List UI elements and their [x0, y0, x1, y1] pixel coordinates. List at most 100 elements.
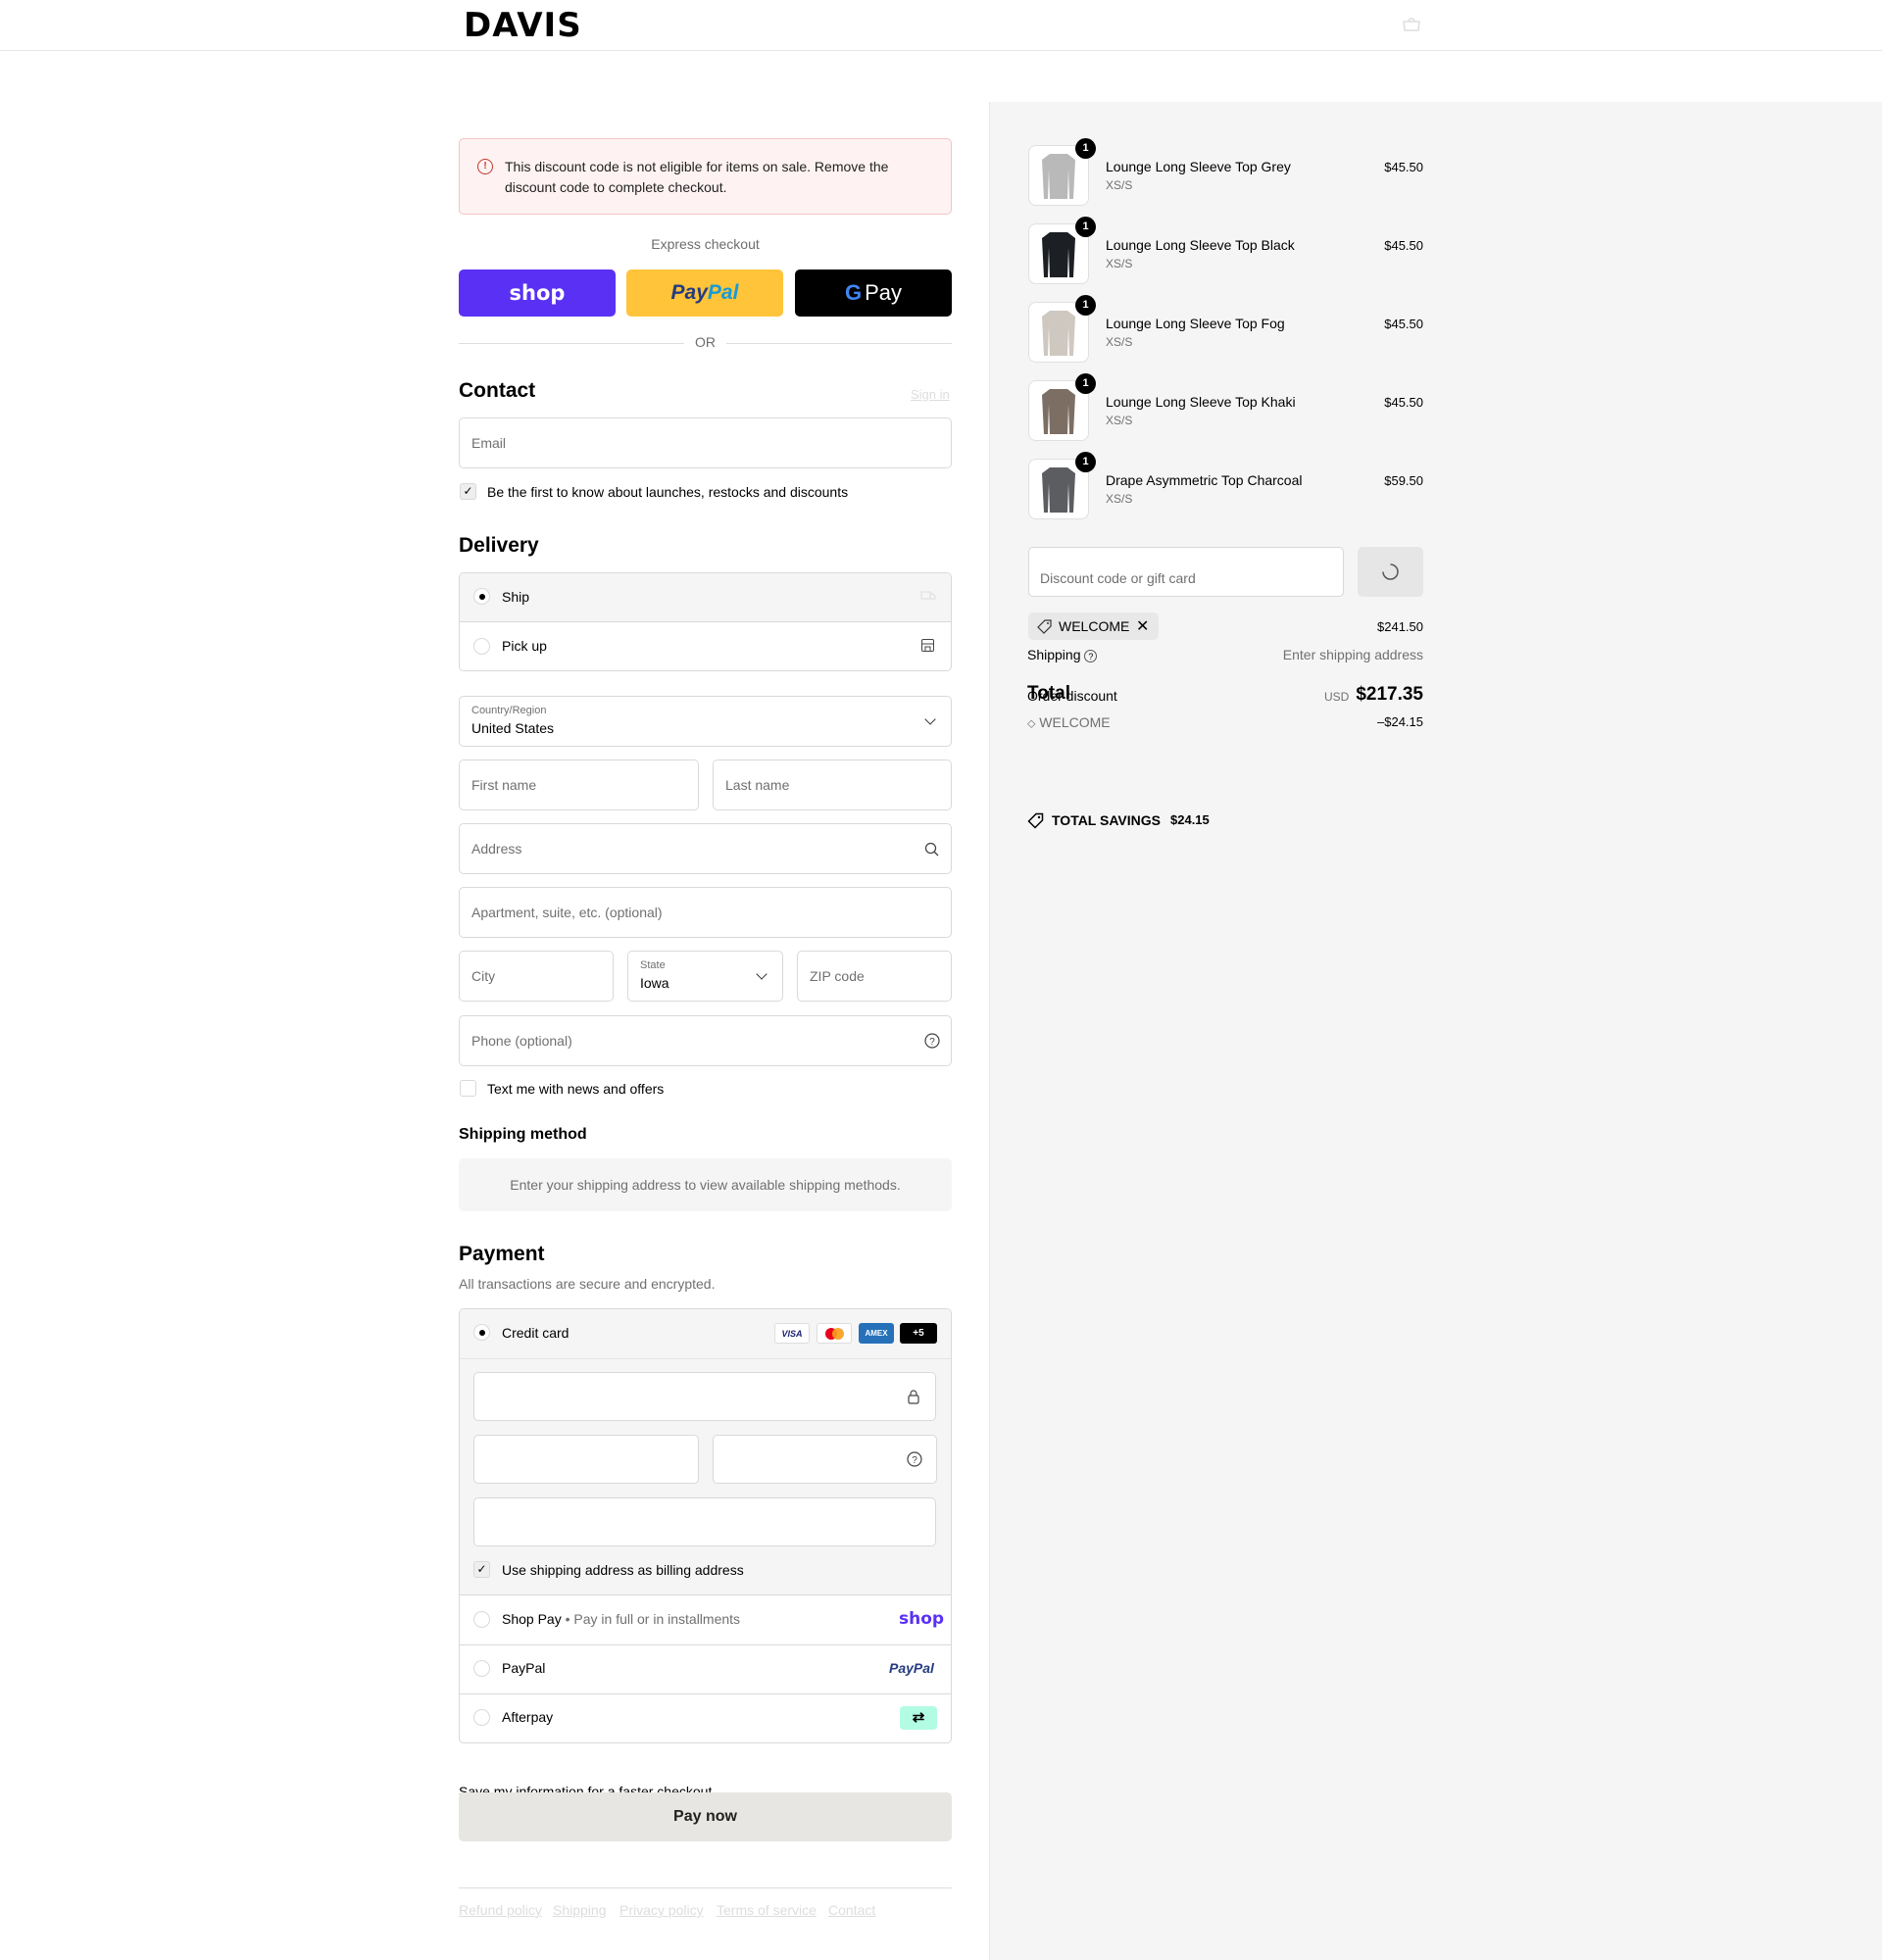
- apartment-field[interactable]: Apartment, suite, etc. (optional): [459, 887, 952, 938]
- svg-text:?: ?: [929, 1037, 935, 1048]
- state-select[interactable]: State Iowa: [627, 951, 783, 1002]
- shop-pay-button[interactable]: shop: [459, 270, 616, 317]
- phone-field[interactable]: Phone (optional) ?: [459, 1015, 952, 1066]
- ship-radio[interactable]: [473, 588, 490, 605]
- help-icon[interactable]: ?: [907, 1451, 922, 1467]
- paypal-label[interactable]: PayPal: [502, 1660, 545, 1676]
- country-select[interactable]: Country/Region United States: [459, 696, 952, 747]
- afterpay-label[interactable]: Afterpay: [502, 1709, 553, 1725]
- product-thumbnail: 1: [1028, 373, 1096, 441]
- sms-label: Text me with news and offers: [487, 1081, 665, 1097]
- shipping-method-notice: Enter your shipping address to view avai…: [459, 1158, 952, 1211]
- billing-same-checkbox[interactable]: ✓: [473, 1561, 490, 1578]
- paypal-button[interactable]: Pay Pal: [626, 270, 783, 317]
- store-icon: [921, 639, 934, 652]
- privacy-policy-link[interactable]: Privacy policy: [619, 1902, 704, 1918]
- address-field[interactable]: Address: [459, 823, 952, 874]
- product-variant: XS/S: [1106, 414, 1133, 427]
- product-thumbnail: 1: [1028, 295, 1096, 363]
- header: DAVIS: [0, 0, 1882, 51]
- country-label: Country/Region: [471, 705, 547, 716]
- ship-option[interactable]: [460, 573, 951, 622]
- express-checkout-label: Express checkout: [651, 236, 760, 252]
- amex-icon: AMEX: [859, 1323, 894, 1344]
- afterpay-radio[interactable]: [473, 1709, 490, 1726]
- subtotal-value: $241.50: [1377, 619, 1423, 634]
- expiry-field[interactable]: [473, 1435, 699, 1484]
- quantity-badge: 1: [1075, 217, 1096, 237]
- product-price: $45.50: [1384, 317, 1423, 331]
- truck-icon: [920, 591, 936, 600]
- lock-icon: [908, 1390, 919, 1404]
- credit-card-radio[interactable]: [473, 1324, 490, 1341]
- product-variant: XS/S: [1106, 257, 1133, 270]
- divider: [459, 1887, 952, 1888]
- help-icon[interactable]: ?: [1084, 649, 1098, 662]
- shipping-link[interactable]: Shipping: [553, 1902, 607, 1918]
- divider: [459, 343, 684, 344]
- country-value: United States: [471, 720, 555, 736]
- pay-now-button[interactable]: Pay now: [459, 1792, 952, 1841]
- name-on-card-field[interactable]: [473, 1497, 936, 1546]
- sign-in-link[interactable]: Sign in: [911, 387, 950, 402]
- paypal-radio[interactable]: [473, 1660, 490, 1677]
- email-field[interactable]: Email: [459, 417, 952, 468]
- terms-link[interactable]: Terms of service: [717, 1902, 817, 1918]
- logo[interactable]: DAVIS: [464, 6, 582, 45]
- last-name-field[interactable]: Last name: [713, 760, 952, 810]
- shop-pay-option[interactable]: Shop Pay • Pay in full or in installment…: [502, 1611, 740, 1627]
- discount-placeholder: Discount code or gift card: [1040, 569, 1196, 586]
- product-thumbnail: 1: [1028, 138, 1096, 206]
- tag-icon: ⬦: [1027, 716, 1036, 730]
- applied-code-label: WELCOME: [1059, 618, 1130, 634]
- marketing-checkbox[interactable]: ✓: [460, 483, 476, 500]
- chevron-down-icon: [924, 713, 936, 725]
- email-placeholder: Email: [471, 435, 507, 451]
- apply-discount-button[interactable]: [1358, 547, 1423, 597]
- shop-pay-radio[interactable]: [473, 1611, 490, 1628]
- product-image: [1042, 389, 1075, 434]
- zip-field[interactable]: ZIP code: [797, 951, 952, 1002]
- discount-code-field[interactable]: Discount code or gift card: [1028, 547, 1344, 597]
- product-name: Lounge Long Sleeve Top Fog: [1106, 316, 1285, 331]
- city-field[interactable]: City: [459, 951, 614, 1002]
- tag-icon: [1037, 619, 1052, 634]
- pickup-radio[interactable]: [473, 638, 490, 655]
- credit-card-label: Credit card: [502, 1325, 570, 1341]
- product-image: [1042, 467, 1075, 513]
- discount-value: –$24.15: [1377, 714, 1423, 729]
- city-placeholder: City: [471, 968, 496, 984]
- product-name: Lounge Long Sleeve Top Grey: [1106, 159, 1291, 174]
- google-pay-button[interactable]: G Pay: [795, 270, 952, 317]
- product-name: Lounge Long Sleeve Top Khaki: [1106, 394, 1296, 410]
- remove-discount-icon[interactable]: ✕: [1136, 616, 1149, 636]
- order-summary-panel: [989, 102, 1882, 1960]
- product-thumbnail: 1: [1028, 452, 1096, 519]
- help-icon[interactable]: ?: [924, 1033, 940, 1049]
- divider: [460, 1644, 951, 1645]
- first-name-field[interactable]: First name: [459, 760, 699, 810]
- sms-checkbox[interactable]: [460, 1080, 476, 1097]
- quantity-badge: 1: [1075, 295, 1096, 316]
- discount-code-label: WELCOME: [1039, 714, 1111, 730]
- zip-placeholder: ZIP code: [810, 968, 865, 984]
- search-icon: [924, 842, 939, 857]
- mastercard-icon: [817, 1323, 852, 1344]
- or-label: OR: [695, 334, 716, 350]
- contact-link[interactable]: Contact: [828, 1902, 875, 1918]
- tag-icon: [1027, 812, 1044, 829]
- chevron-down-icon: [756, 968, 768, 980]
- security-code-field[interactable]: ?: [713, 1435, 937, 1484]
- billing-same-label: Use shipping address as billing address: [502, 1562, 744, 1578]
- quantity-badge: 1: [1075, 373, 1096, 394]
- shipping-method-title: Shipping method: [459, 1126, 587, 1143]
- divider: [726, 343, 952, 344]
- total-label: Total: [1027, 683, 1070, 704]
- gpay-label: Pay: [865, 280, 903, 305]
- total-savings-label: TOTAL SAVINGS: [1052, 812, 1161, 828]
- bag-icon[interactable]: [1402, 18, 1421, 31]
- shipping-label: Shipping ?: [1027, 647, 1098, 662]
- card-number-field[interactable]: [473, 1372, 936, 1421]
- refund-policy-link[interactable]: Refund policy: [459, 1902, 542, 1918]
- currency-label: USD: [1324, 690, 1350, 704]
